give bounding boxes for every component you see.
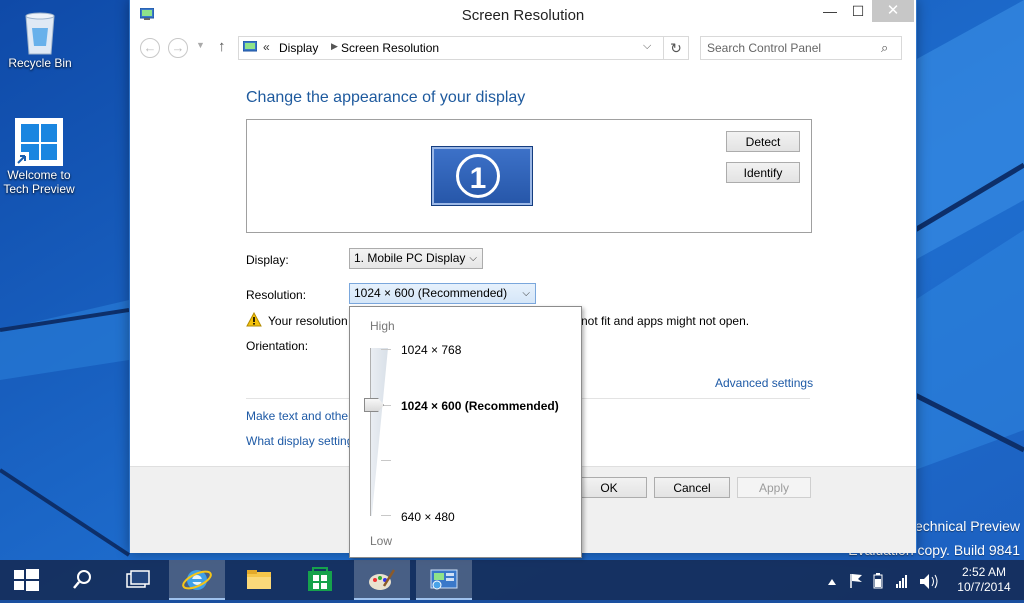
- battery-icon[interactable]: [873, 573, 883, 589]
- file-explorer-icon[interactable]: [231, 560, 287, 600]
- recycle-bin-label: Recycle Bin: [8, 56, 72, 70]
- breadcrumb-screen-resolution[interactable]: Screen Resolution: [341, 41, 439, 55]
- welcome-image: [15, 118, 63, 166]
- monitor-number: 1: [456, 154, 500, 198]
- cancel-button[interactable]: Cancel: [654, 477, 730, 498]
- orientation-label: Orientation:: [246, 339, 309, 353]
- watermark-line1: Technical Preview: [907, 518, 1020, 534]
- warning-text-continued: not fit and apps might not open.: [581, 314, 750, 328]
- recent-locations-chevron-icon[interactable]: ▼: [196, 40, 205, 50]
- volume-icon[interactable]: [920, 574, 938, 589]
- resolution-option-selected[interactable]: 1024 × 600 (Recommended): [401, 399, 559, 413]
- breadcrumb-display[interactable]: Display: [279, 41, 318, 55]
- page-heading: Change the appearance of your display: [246, 89, 526, 106]
- back-arrow-icon[interactable]: ←: [140, 38, 160, 58]
- breadcrumb-arrow-icon[interactable]: ▶: [331, 41, 338, 52]
- warning-icon: [246, 312, 262, 327]
- monitor-preview: 1 Detect Identify: [246, 119, 812, 233]
- taskbar: 2:52 AM 10/7/2014: [0, 560, 1024, 600]
- warning-text: Your resolution: [268, 314, 348, 328]
- display-dropdown-value: 1. Mobile PC Display: [354, 251, 466, 265]
- resolution-label: Resolution:: [246, 288, 307, 302]
- monitor-icon[interactable]: 1: [431, 146, 533, 206]
- slider-tick: [381, 460, 391, 461]
- resolution-option[interactable]: 1024 × 768: [401, 343, 461, 357]
- breadcrumb-overflow[interactable]: «: [263, 40, 270, 54]
- action-center-flag-icon[interactable]: [850, 574, 862, 588]
- ok-button[interactable]: OK: [571, 477, 647, 498]
- network-signal-icon[interactable]: [896, 575, 907, 588]
- title-bar[interactable]: Screen Resolution — ☐ ✕: [130, 0, 916, 32]
- refresh-icon[interactable]: ↻: [663, 36, 689, 60]
- search-box[interactable]: ⌕: [700, 36, 902, 60]
- internet-explorer-icon[interactable]: [169, 560, 225, 600]
- show-hidden-icons-icon[interactable]: [828, 579, 836, 585]
- identify-button[interactable]: Identify: [726, 162, 800, 183]
- apply-button[interactable]: Apply: [737, 477, 811, 498]
- clock-time: 2:52 AM: [961, 565, 1007, 579]
- minimize-button[interactable]: —: [816, 0, 844, 22]
- close-button[interactable]: ✕: [872, 0, 914, 22]
- advanced-settings-link[interactable]: Advanced settings: [715, 376, 813, 390]
- slider-track-edge: [370, 348, 371, 516]
- resolution-slider-track[interactable]: [370, 348, 388, 516]
- task-view-icon[interactable]: [110, 560, 166, 600]
- display-dropdown[interactable]: 1. Mobile PC Display ⌵: [349, 248, 483, 269]
- system-tray: [824, 560, 944, 600]
- slider-low-label: Low: [370, 534, 393, 548]
- window-title: Screen Resolution: [461, 7, 585, 24]
- clock-date: 10/7/2014: [957, 580, 1011, 594]
- make-text-larger-link[interactable]: Make text and other: [246, 409, 352, 423]
- welcome-label: Welcome to Tech Preview: [3, 168, 75, 196]
- search-icon[interactable]: [54, 560, 110, 600]
- start-button[interactable]: [0, 560, 56, 600]
- search-input[interactable]: [707, 40, 873, 56]
- clock[interactable]: 2:52 AM 10/7/2014: [948, 565, 1020, 595]
- recycle-bin-icon[interactable]: Recycle Bin: [2, 6, 78, 70]
- chevron-down-icon: ⌵: [469, 253, 477, 264]
- slider-tick: [381, 515, 391, 516]
- address-dropdown-chevron-icon[interactable]: ⌵: [643, 40, 651, 53]
- control-panel-taskbar-icon[interactable]: [416, 560, 472, 600]
- slider-high-label: High: [370, 319, 395, 333]
- navigation-bar: ← → ▼ ↑ « Display ▶ Screen Resolution ⌵ …: [130, 34, 916, 64]
- forward-arrow-icon[interactable]: →: [168, 38, 188, 58]
- welcome-tech-preview-icon[interactable]: Welcome to Tech Preview: [1, 118, 77, 196]
- detect-button[interactable]: Detect: [726, 131, 800, 152]
- recycle-bin-image: [16, 6, 64, 55]
- chevron-down-icon: ⌵: [522, 288, 530, 299]
- windows-logo-icon: [14, 569, 39, 591]
- maximize-button[interactable]: ☐: [844, 0, 872, 22]
- slider-tick: [381, 349, 391, 350]
- display-settings-help-link[interactable]: What display setting: [246, 434, 353, 448]
- store-icon[interactable]: [292, 560, 348, 600]
- address-bar[interactable]: « Display ▶ Screen Resolution ⌵: [238, 36, 664, 60]
- up-arrow-icon[interactable]: ↑: [218, 38, 226, 55]
- resolution-slider-popup: High 1024 × 768 1024 × 600 (Recommended)…: [349, 306, 582, 558]
- paint-icon[interactable]: [354, 560, 410, 600]
- display-label: Display:: [246, 253, 289, 267]
- search-icon[interactable]: ⌕: [881, 40, 888, 56]
- resolution-option[interactable]: 640 × 480: [401, 510, 455, 524]
- control-panel-icon: [243, 41, 257, 52]
- resolution-dropdown-value: 1024 × 600 (Recommended): [354, 286, 508, 300]
- resolution-dropdown[interactable]: 1024 × 600 (Recommended) ⌵: [349, 283, 536, 304]
